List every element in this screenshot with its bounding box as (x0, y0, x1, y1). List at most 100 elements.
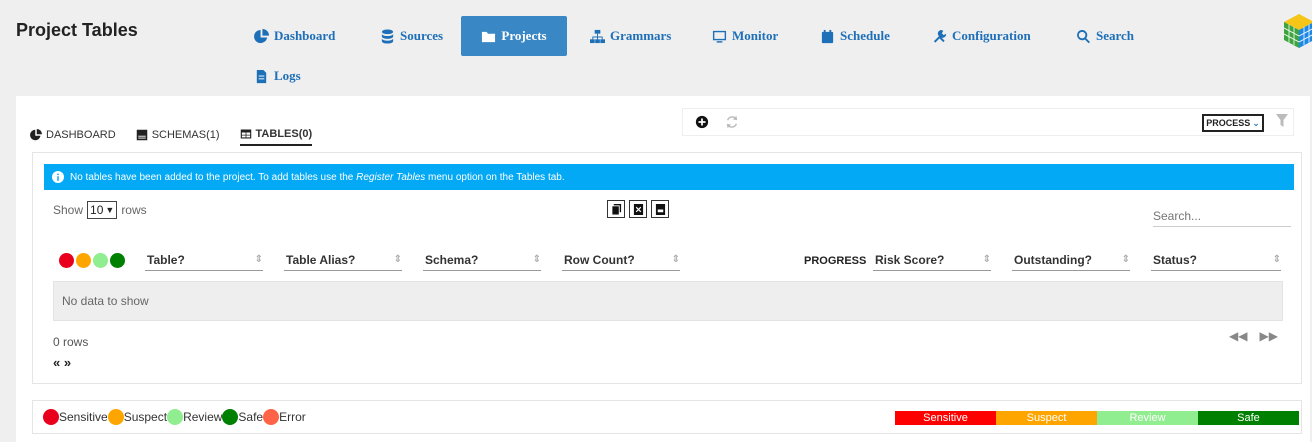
nav-logs[interactable]: Logs (242, 56, 313, 96)
column-header-table-alias[interactable]: Table Alias? ⇕ (284, 249, 402, 271)
review-dot (93, 253, 108, 268)
nav-schedule-label: Schedule (840, 28, 890, 43)
nav-monitor[interactable]: Monitor (700, 16, 790, 56)
column-header-outstanding[interactable]: Outstanding? ⇕ (1012, 249, 1130, 271)
pager-first-last[interactable]: « » (53, 355, 71, 370)
chevron-down-icon: ⌄ (1252, 117, 1260, 128)
nav-search[interactable]: Search (1064, 16, 1146, 56)
column-label: Row Count? (564, 252, 635, 267)
nav-monitor-label: Monitor (732, 28, 779, 43)
process-dropdown-button[interactable]: PROCESS ⌄ (1202, 114, 1264, 132)
page-size-value: 10 (90, 203, 104, 217)
nav-schedule[interactable]: Schedule (808, 16, 902, 56)
copy-icon (610, 203, 621, 215)
top-navbar: Project Tables Dashboard Sources Project… (0, 0, 1312, 96)
sort-icon[interactable]: ⇕ (1122, 254, 1130, 265)
legend-item-review: Review (167, 409, 222, 425)
add-circle-icon[interactable] (695, 115, 709, 129)
search-icon (1077, 29, 1090, 43)
tab-tables-label: TABLES(0) (255, 128, 313, 140)
export-buttons (607, 200, 669, 218)
alert-text: No tables have been added to the project… (70, 172, 565, 183)
table-icon (240, 129, 251, 139)
sub-tab-bar: DASHBOARD SCHEMAS(1) TABLES(0) (30, 124, 313, 146)
calendar-icon (821, 29, 834, 43)
column-label: Outstanding? (1014, 252, 1092, 267)
legend-item-safe: Safe (222, 409, 263, 425)
tab-schemas[interactable]: SCHEMAS(1) (136, 124, 220, 146)
column-label: Status? (1153, 252, 1198, 267)
tab-tables[interactable]: TABLES(0) (239, 124, 313, 146)
monitor-icon (712, 30, 727, 43)
tools-icon (933, 29, 947, 43)
copy-button[interactable] (607, 200, 625, 218)
folder-icon (482, 31, 496, 42)
empty-table-row: No data to show (53, 281, 1283, 321)
nav-projects-label: Projects (501, 28, 547, 43)
column-label: Table? (147, 252, 185, 267)
next-page-icon[interactable]: ▶▶ (1259, 329, 1277, 343)
column-header-schema[interactable]: Schema? ⇕ (423, 249, 541, 271)
column-header-progress: PROGRESS (804, 255, 867, 267)
table-search-input[interactable] (1153, 205, 1291, 227)
risk-color-scale: Sensitive Suspect Review Safe (895, 411, 1299, 425)
process-label: PROCESS (1206, 118, 1251, 128)
page-title: Project Tables (16, 20, 138, 40)
nav-configuration-label: Configuration (952, 28, 1031, 43)
nav-sources[interactable]: Sources (368, 16, 455, 56)
refresh-icon[interactable] (725, 115, 739, 129)
legend-item-suspect: Suspect (107, 409, 167, 425)
row-count-text: 0 rows (53, 335, 89, 349)
main-panel: DASHBOARD SCHEMAS(1) TABLES(0) PROCESS ⌄… (16, 96, 1310, 442)
nav-logs-label: Logs (274, 68, 301, 83)
column-header-risk-score[interactable]: Risk Score? ⇕ (873, 249, 991, 271)
nav-search-label: Search (1096, 28, 1135, 43)
risk-legend-bar: Sensitive Suspect Review Safe Error Sens… (32, 400, 1302, 434)
scale-review: Review (1097, 411, 1198, 425)
pie-chart-icon (254, 28, 269, 43)
status-dots (59, 253, 125, 268)
tab-dashboard[interactable]: DASHBOARD (30, 124, 116, 146)
page-size-select[interactable]: 10 ▼ (87, 201, 118, 219)
sort-icon[interactable]: ⇕ (983, 254, 991, 265)
sort-icon[interactable]: ⇕ (533, 254, 541, 265)
file-icon (256, 69, 267, 83)
excel-export-button[interactable] (629, 200, 647, 218)
legend-item-sensitive: Sensitive (43, 409, 108, 425)
legend-label: Sensitive (59, 410, 108, 424)
nav-configuration[interactable]: Configuration (920, 16, 1043, 56)
column-header-table[interactable]: Table? ⇕ (145, 249, 263, 271)
sort-icon[interactable]: ⇕ (394, 254, 402, 265)
pie-chart-icon (30, 129, 42, 141)
column-label: Table Alias? (286, 252, 356, 267)
column-header-row-count[interactable]: Row Count? ⇕ (562, 249, 680, 271)
filter-icon[interactable] (1276, 114, 1288, 128)
nav-dashboard[interactable]: Dashboard (242, 16, 347, 56)
error-dot (263, 409, 280, 425)
nav-projects[interactable]: Projects (461, 16, 567, 56)
previous-page-icon[interactable]: ◀◀ (1229, 329, 1247, 343)
schema-icon (136, 129, 147, 141)
sensitive-dot (43, 409, 59, 425)
alert-text-before: No tables have been added to the project… (70, 171, 357, 183)
legend-label: Safe (238, 410, 264, 424)
scale-suspect: Suspect (996, 411, 1097, 425)
status-legend: Sensitive Suspect Review Safe Error (43, 409, 306, 425)
legend-item-error: Error (263, 409, 306, 425)
csv-file-icon (655, 203, 665, 215)
csv-export-button[interactable] (651, 200, 669, 218)
tab-schemas-label: SCHEMAS(1) (151, 129, 220, 141)
sort-icon[interactable]: ⇕ (672, 254, 680, 265)
app-logo-icon (1284, 14, 1312, 48)
sitemap-icon (590, 29, 605, 43)
sort-icon[interactable]: ⇕ (255, 254, 263, 265)
tab-dashboard-label: DASHBOARD (46, 129, 116, 141)
column-header-status[interactable]: Status? ⇕ (1151, 249, 1281, 271)
info-alert: No tables have been added to the project… (44, 164, 1294, 190)
nav-grammars-label: Grammars (610, 28, 672, 43)
column-label: Risk Score? (875, 252, 945, 267)
sort-icon[interactable]: ⇕ (1273, 254, 1281, 265)
nav-grammars[interactable]: Grammars (578, 16, 683, 56)
safe-dot (222, 409, 239, 425)
alert-text-after: menu option on the Tables tab. (425, 171, 565, 183)
